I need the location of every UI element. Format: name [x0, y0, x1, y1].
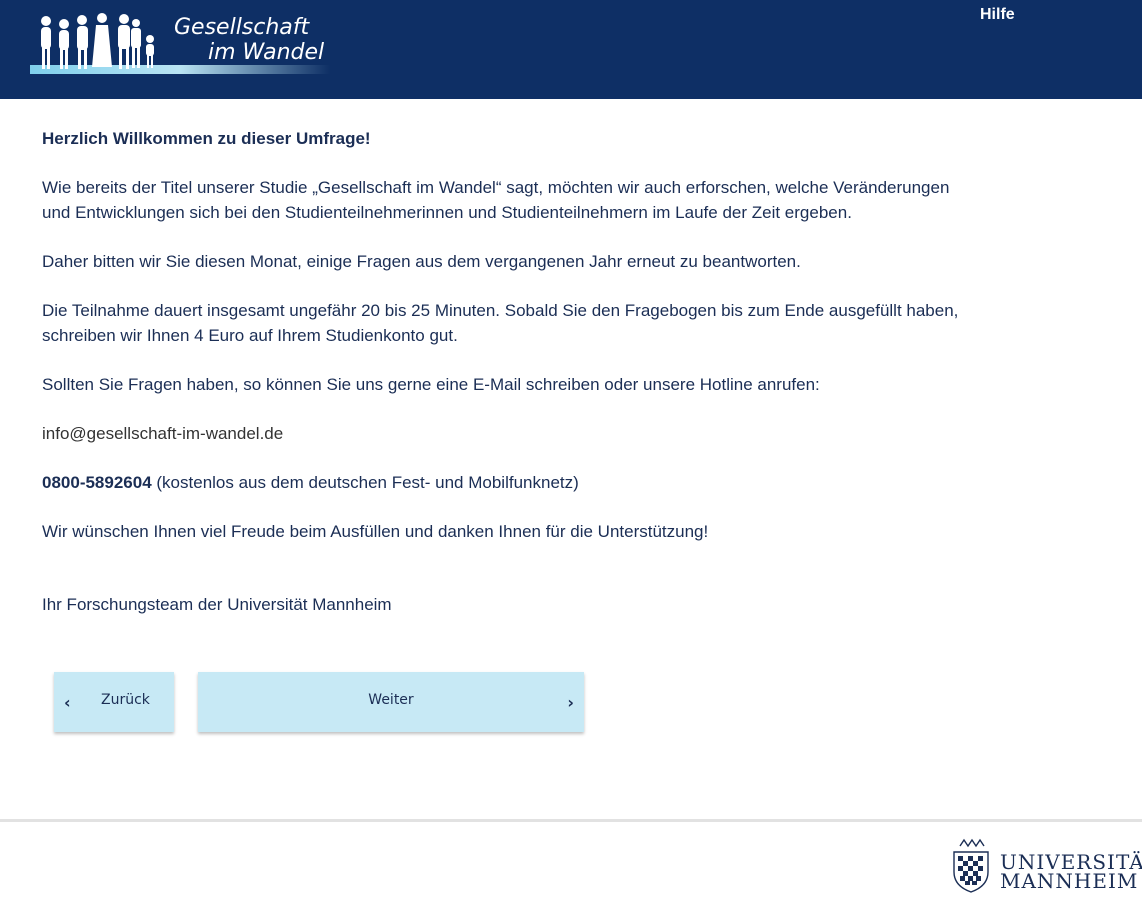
survey-intro: Herzlich Willkommen zu dieser Umfrage! W…: [42, 126, 1022, 617]
chevron-left-icon: ‹: [64, 693, 71, 712]
welcome-heading: Herzlich Willkommen zu dieser Umfrage!: [42, 129, 371, 148]
intro-paragraph-line2: und Entwicklungen sich bei den Studiente…: [42, 203, 852, 222]
back-button-label: Zurück: [101, 692, 150, 708]
contact-paragraph: Sollten Sie Fragen haben, so können Sie …: [42, 375, 820, 394]
hotline-number[interactable]: 0800-5892604: [42, 473, 152, 492]
help-link[interactable]: Hilfe: [980, 6, 1015, 24]
university-crest-icon: [953, 838, 989, 893]
study-logo: Gesellschaft im Wandel: [30, 5, 330, 79]
signature: Ihr Forschungsteam der Universität Mannh…: [42, 595, 392, 614]
next-button-label: Weiter: [368, 692, 414, 708]
request-paragraph: Daher bitten wir Sie diesen Monat, einig…: [42, 252, 801, 271]
university-logo: UNIVERSITÄT MANNHEIM: [946, 838, 1142, 896]
university-name-line2: MANNHEIM: [1000, 869, 1139, 893]
chevron-right-icon: ›: [567, 693, 574, 712]
closing-paragraph: Wir wünschen Ihnen viel Freude beim Ausf…: [42, 522, 709, 541]
page-header: Gesellschaft im Wandel Hilfe: [0, 0, 1142, 99]
hotline-note: (kostenlos aus dem deutschen Fest- und M…: [151, 473, 579, 492]
hotline: 0800-5892604 (kostenlos aus dem deutsche…: [42, 470, 1022, 495]
back-button[interactable]: ‹ Zurück: [54, 672, 174, 732]
duration-paragraph: Die Teilnahme dauert insgesamt ungefähr …: [42, 298, 1022, 348]
logo-title-line2: im Wandel: [208, 40, 325, 65]
next-button[interactable]: Weiter ›: [198, 672, 584, 732]
footer-divider: [0, 819, 1142, 822]
intro-paragraph: Wie bereits der Titel unserer Studie „Ge…: [42, 175, 1022, 225]
contact-email[interactable]: info@gesellschaft-im-wandel.de: [42, 421, 1022, 446]
duration-paragraph-line2: schreiben wir Ihnen 4 Euro auf Ihrem Stu…: [42, 326, 458, 345]
logo-title-line1: Gesellschaft: [174, 15, 310, 40]
intro-paragraph-line1: Wie bereits der Titel unserer Studie „Ge…: [42, 178, 950, 197]
duration-paragraph-line1: Die Teilnahme dauert insgesamt ungefähr …: [42, 301, 959, 320]
